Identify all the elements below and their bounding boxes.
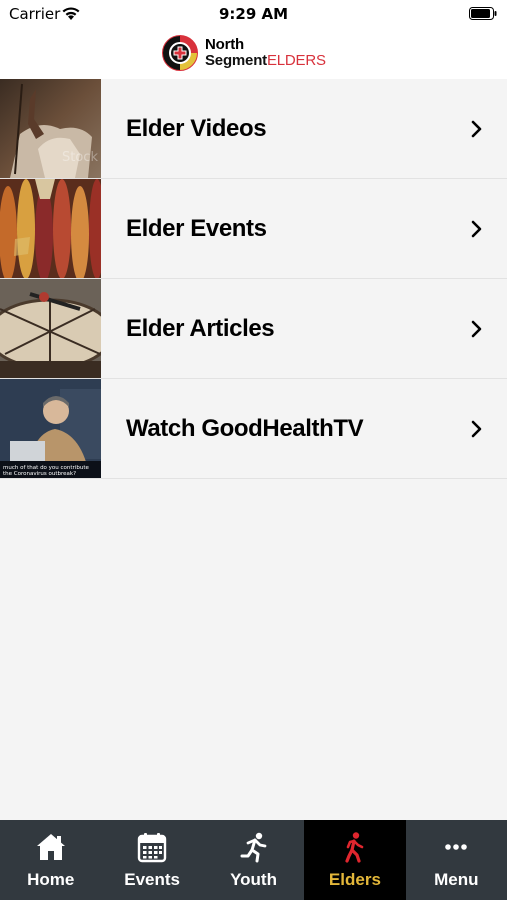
chevron-right-icon [471,220,482,238]
svg-text:the Coronavirus outbreak?: the Coronavirus outbreak? [3,471,76,477]
elder-videos-thumbnail: Stock [0,79,101,178]
app-header: North SegmentELDERS [0,28,507,79]
tab-label: Youth [230,870,277,889]
list-item-label: Elder Articles [126,315,275,342]
chevron-right-icon [471,120,482,138]
video-interview-photo: much of that do you contribute the Coron… [0,379,101,478]
goodhealthtv-thumbnail: much of that do you contribute the Coron… [0,379,101,478]
corn-photo [0,179,101,278]
status-time: 9:29 AM [218,5,289,23]
list-item-elder-articles[interactable]: Elder Articles [0,279,507,379]
tab-label: Menu [434,870,479,889]
tab-menu[interactable]: Menu [406,820,507,900]
tab-events[interactable]: Events [101,820,202,900]
medicine-wheel-logo-icon [162,35,198,71]
chevron-right-icon [471,420,482,438]
status-bar: Carrier 9:29 AM [0,0,507,28]
battery-icon [469,7,497,20]
bottom-tab-bar: Home Events Youth Elders Menu [0,820,507,900]
logo-text-north: North [205,36,244,53]
elder-events-thumbnail [0,179,101,278]
calendar-icon [137,833,167,863]
list-item-label: Elder Videos [126,115,267,142]
tab-elders[interactable]: Elders [304,820,406,900]
tab-label: Events [124,870,180,889]
list-item-elder-videos[interactable]: Stock Elder Videos [0,79,507,179]
home-icon [36,834,65,860]
logo-text-segment: Segment [205,52,267,69]
svg-text:Stock: Stock [62,150,98,165]
running-person-icon [240,832,266,863]
north-segment-elders-logo: North SegmentELDERS [161,33,351,73]
list-item-label: Elder Events [126,215,267,242]
list-item-watch-goodhealthtv[interactable]: much of that do you contribute the Coron… [0,379,507,479]
drum-photo [0,279,101,378]
list-item-elder-events[interactable]: Elder Events [0,179,507,279]
more-icon [445,844,468,850]
logo-text-segment-elders: SegmentELDERS [205,53,326,69]
tab-home[interactable]: Home [0,820,101,900]
chevron-right-icon [471,320,482,338]
tab-youth[interactable]: Youth [203,820,304,900]
list-item-label: Watch GoodHealthTV [126,415,364,442]
logo-text-elders: ELDERS [266,52,326,69]
elders-menu-list: Stock Elder Videos Elder Events Elder Ar… [0,79,507,479]
tab-label: Elders [328,870,381,889]
tab-label: Home [27,870,75,889]
elder-articles-thumbnail [0,279,101,378]
horse-rider-photo: Stock [0,79,101,178]
walking-person-icon [345,832,364,863]
